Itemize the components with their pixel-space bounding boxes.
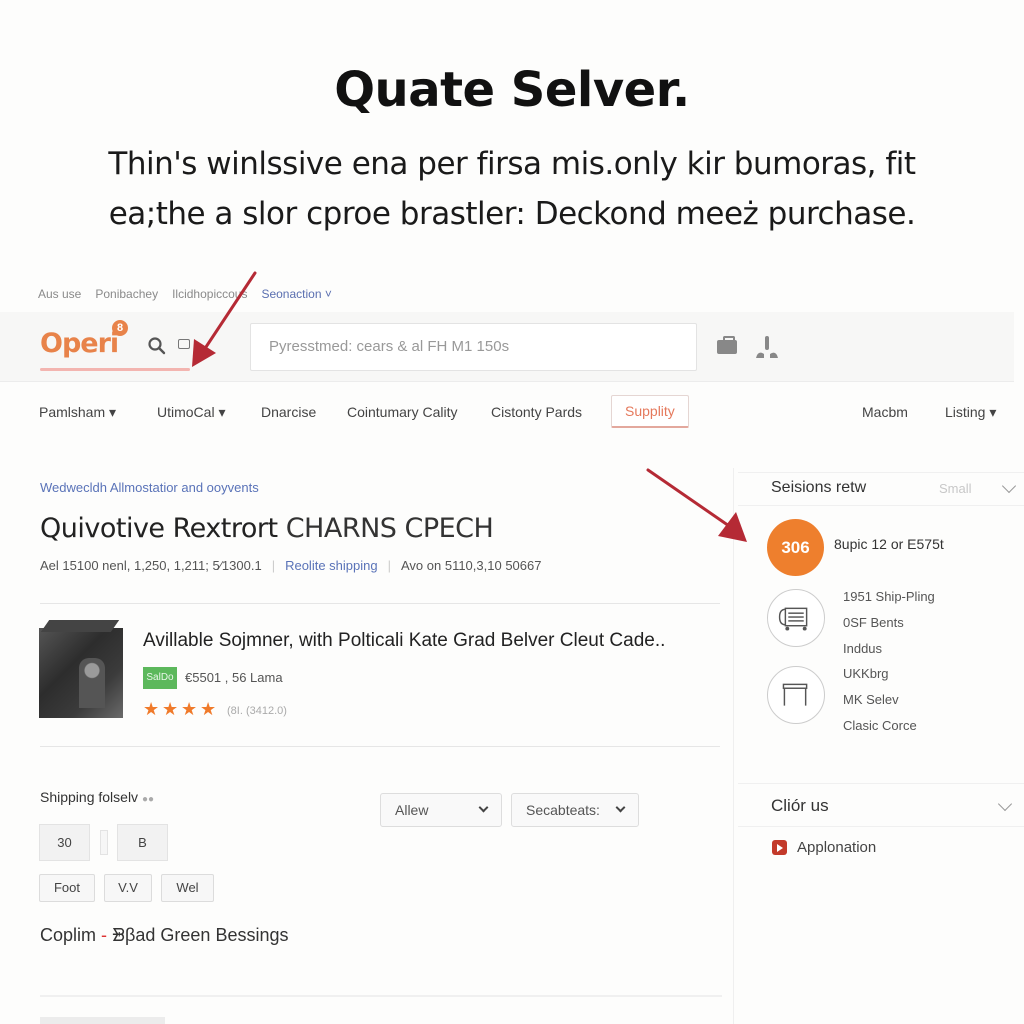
panel-size-label: Small [939, 481, 972, 496]
application-link[interactable]: Applonation [797, 839, 876, 856]
quantity-input-a[interactable]: 30 [39, 824, 90, 861]
top-nav-item[interactable]: Aus use [38, 287, 81, 301]
option-button[interactable]: V.V [104, 874, 152, 902]
shipping-link[interactable]: Reolite shipping [285, 558, 378, 573]
footer-separator: - [101, 925, 108, 945]
list-item[interactable]: MK Selev [843, 687, 917, 713]
table-icon [767, 666, 825, 724]
list-item[interactable]: Inddus [843, 636, 935, 662]
divider [40, 746, 720, 747]
top-nav-item-active[interactable]: Seonaction ˅ [261, 287, 331, 301]
logo[interactable]: Operi [40, 328, 119, 359]
logo-badge: 8 [112, 320, 128, 336]
filter-dropdown[interactable]: Allew [380, 793, 502, 827]
list-item[interactable]: Clasic Corce [843, 713, 917, 739]
product-thumbnail[interactable] [39, 628, 123, 718]
subtitle-line-1: Thin's winlssive ena per firsa mis.only … [108, 146, 916, 182]
square-icon[interactable] [178, 339, 190, 349]
rating-stars: ★ ★ ★ ★ [143, 699, 217, 719]
shipping-cart-icon [767, 589, 825, 647]
meta-separator: | [387, 558, 391, 573]
category-item[interactable]: Macbm [862, 404, 908, 420]
shipping-label: Shipping folselv ●● [40, 789, 154, 805]
category-item[interactable]: Pamlsham ▾ [39, 404, 116, 421]
partial-button[interactable] [40, 1017, 165, 1024]
category-item[interactable]: Cointumary Cality [347, 404, 457, 420]
offer-badge: 306 [767, 519, 824, 576]
chevron-down-icon [615, 802, 626, 813]
shipping-label-text: Shipping folselv [40, 789, 139, 805]
column-divider [733, 468, 734, 1024]
top-nav-item[interactable]: Ilcidhopiccous [172, 287, 247, 301]
star-icon: ★ [162, 699, 179, 719]
product-title: Quivotive Rextrort CHARNS CPECH [40, 513, 494, 544]
star-icon: ★ [200, 699, 217, 719]
star-icon: ★ [181, 699, 198, 719]
shipping-dots: ●● [141, 794, 155, 805]
logo-underline [40, 368, 190, 371]
option-button[interactable]: Foot [39, 874, 95, 902]
divider [40, 995, 722, 997]
footer-line: Coplim - ᗾβad Green Bessings [40, 925, 288, 946]
search-input[interactable]: Pyresstmed: cears & al FH M1 150s [250, 323, 697, 371]
sessions-panel-title: Seisions retw [771, 479, 867, 496]
user-icon[interactable] [754, 334, 780, 360]
dropdown-value: Allew [395, 802, 429, 818]
footer-value: ᗾβad Green Bessings [112, 925, 289, 945]
meta-details: Ael 15100 nenl, 1,250, 1,211; 5⁄1300.1 [40, 558, 262, 573]
top-nav: Aus use Ponibachey Ilcidhopiccous Seonac… [38, 287, 332, 301]
bag-icon[interactable] [717, 336, 737, 354]
list-item[interactable]: UKKbrg [843, 661, 917, 687]
category-item[interactable]: UtimoCal ▾ [157, 404, 225, 421]
category-item[interactable]: Cistonty Pards [491, 404, 582, 420]
shipping-list: 1951 Ship-Pling 0SF Bents Inddus [843, 584, 935, 662]
page-headline: Quate Selver. [334, 62, 690, 118]
category-nav: Pamlsham ▾ UtimoCal ▾ Dnarcise Cointumar… [0, 393, 1014, 435]
list-item[interactable]: 0SF Bents [843, 610, 935, 636]
meta-separator: | [271, 558, 276, 573]
video-play-icon [772, 840, 787, 855]
product-meta: Ael 15100 nenl, 1,250, 1,211; 5⁄1300.1 |… [40, 558, 541, 573]
quantity-input-b[interactable]: B [117, 824, 168, 861]
dropdown-value: Secabteats: [526, 802, 600, 818]
list-item[interactable]: 1951 Ship-Pling [843, 584, 935, 610]
contact-panel-title: Cliór us [771, 796, 829, 815]
product-title-caps: CHARNS CPECH [285, 513, 494, 544]
sort-dropdown[interactable]: Secabteats: [511, 793, 639, 827]
product-title-main: Quivotive Rextrort [40, 513, 278, 544]
review-count[interactable]: (8I. (3412.0) [227, 705, 287, 717]
footer-label: Coplim [40, 925, 97, 945]
chevron-down-icon [478, 802, 489, 813]
item-title[interactable]: Avillable Sojmner, with Polticali Kate G… [143, 630, 665, 652]
divider [40, 603, 720, 604]
meta-availability: Avo on 5110,3,10 50667 [400, 558, 542, 573]
top-nav-item-label: Seonaction [261, 287, 322, 301]
category-item[interactable]: Listing ▾ [945, 404, 996, 421]
subtitle-line-2: ea;the a slor cproe brastler: Deckond me… [108, 196, 916, 232]
category-item-active[interactable]: Supplity [611, 395, 689, 428]
option-button[interactable]: Wel [161, 874, 214, 902]
quantity-separator [100, 830, 108, 855]
star-icon: ★ [143, 699, 160, 719]
search-icon[interactable] [147, 336, 167, 356]
item-price: €5501 , 56 Lama [185, 670, 283, 685]
section-link[interactable]: Wedwecldh Allmostatior and ooyvents [40, 480, 259, 495]
top-nav-item[interactable]: Ponibachey [95, 287, 158, 301]
offer-text: 8upic 12 or E575t [834, 536, 944, 552]
category-item[interactable]: Dnarcise [261, 404, 316, 420]
category-list: UKKbrg MK Selev Clasic Corce [843, 661, 917, 739]
sale-badge: SalDo [143, 667, 177, 689]
